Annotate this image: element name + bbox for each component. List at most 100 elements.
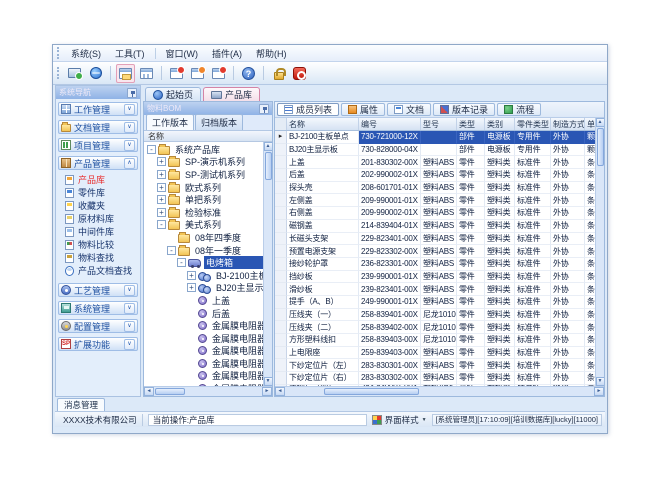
table-row[interactable]: 右侧盖209-990002-01X塑料ABS零件塑料类标准件外协条 xyxy=(275,207,595,220)
tree-column-header[interactable]: 名称 xyxy=(144,131,272,142)
chevron-down-icon[interactable]: ∨ xyxy=(124,104,135,115)
tab-working-version[interactable]: 工作版本 xyxy=(146,114,194,130)
collapse-minus-icon[interactable]: - xyxy=(157,220,166,229)
scroll-right-icon[interactable] xyxy=(594,387,604,396)
table-window-button[interactable] xyxy=(137,64,156,83)
tree-node[interactable]: 金属膜电阻器 xyxy=(144,332,263,345)
table-row[interactable]: 接纱轮护罩236-823301-00X塑料ABS零件塑料类标准件外协条 xyxy=(275,258,595,271)
tree-node[interactable]: 金属膜电阻器 xyxy=(144,370,263,383)
expand-plus-icon[interactable]: + xyxy=(157,170,166,179)
tree-node[interactable]: -08年一季度 xyxy=(144,244,263,257)
tab-product-library[interactable]: 产品库 xyxy=(203,87,260,101)
grid-horizontal-scrollbar[interactable] xyxy=(275,386,604,396)
sidebar-group-product-management[interactable]: 产品管理∧ xyxy=(58,156,138,170)
tree-node[interactable]: 金属膜电阻器 xyxy=(144,345,263,358)
tree-vertical-scrollbar[interactable] xyxy=(263,142,272,386)
chevron-up-icon[interactable]: ∧ xyxy=(124,158,135,169)
sidebar-item-part-library[interactable]: 零件库 xyxy=(65,186,138,199)
display-button[interactable] xyxy=(65,64,84,83)
tree-node[interactable]: 后盖 xyxy=(144,307,263,320)
column-header-2[interactable]: 编号 xyxy=(359,118,421,130)
tree-node[interactable]: 08年四季度 xyxy=(144,231,263,244)
tree-node[interactable]: +欧式系列 xyxy=(144,181,263,194)
product-window-button[interactable] xyxy=(116,64,135,83)
sidebar-group-system-management[interactable]: 系统管理∨ xyxy=(58,301,138,315)
table-row[interactable]: 上盖201-830302-00X塑料ABS零件塑料类标准件外协条 xyxy=(275,156,595,169)
help-button[interactable] xyxy=(239,64,258,83)
tab-documents[interactable]: 文档 xyxy=(387,103,431,116)
table-row[interactable]: 左侧盖209-990001-01X塑料ABS零件塑料类标准件外协条 xyxy=(275,194,595,207)
expand-plus-icon[interactable]: + xyxy=(157,157,166,166)
scroll-up-icon[interactable] xyxy=(596,118,605,127)
menu-grip-handle[interactable] xyxy=(57,47,60,59)
expand-plus-icon[interactable]: + xyxy=(187,283,196,292)
sidebar-item-product-library[interactable]: 产品库 xyxy=(65,173,138,186)
scrollbar-thumb[interactable] xyxy=(155,388,185,395)
sidebar-group-project-management[interactable]: 项目管理∨ xyxy=(58,138,138,152)
table-row[interactable]: 方形塑料线扣258-839403-00X尼龙1010零件塑料类标准件外协条 xyxy=(275,334,595,347)
tree-node[interactable]: +BJ20主显示板 xyxy=(144,282,263,295)
menu-item-tools[interactable]: 工具(T) xyxy=(108,46,152,61)
table-row[interactable]: 下纱定位片（右）283-830302-00X塑料ABS零件塑料类标准件外协条 xyxy=(275,372,595,385)
tree-node[interactable]: +SP-测试机系列 xyxy=(144,168,263,181)
table-row[interactable]: 后盖202-990002-01X塑料ABS零件塑料类标准件外协条 xyxy=(275,169,595,182)
expand-plus-icon[interactable]: + xyxy=(157,195,166,204)
logout-button[interactable] xyxy=(290,64,309,83)
table-row[interactable]: 预置电源支架229-823302-00X塑料ABS零件塑料类标准件外协条 xyxy=(275,245,595,258)
sidebar-group-document-management[interactable]: 文档管理∨ xyxy=(58,120,138,134)
expand-plus-icon[interactable]: + xyxy=(187,271,196,280)
tree-node[interactable]: -系统产品库 xyxy=(144,143,263,156)
menu-item-plugins[interactable]: 插件(A) xyxy=(205,46,249,61)
chevron-down-icon[interactable]: ∨ xyxy=(124,285,135,296)
window-close-badge-button[interactable] xyxy=(167,64,186,83)
sidebar-item-material-search[interactable]: 物料查找 xyxy=(65,251,138,264)
sidebar-group-work-management[interactable]: 工作管理∨ xyxy=(58,102,138,116)
table-row[interactable]: 挡纱板239-990001-01X塑料ABS零件塑料类标准件外协条 xyxy=(275,271,595,284)
tree-node[interactable]: -电烤箱 xyxy=(144,256,263,269)
menu-item-help[interactable]: 帮助(H) xyxy=(249,46,294,61)
scroll-right-icon[interactable] xyxy=(262,387,272,396)
chevron-down-icon[interactable]: ∨ xyxy=(124,140,135,151)
table-row[interactable]: 探头壳208-601701-01X塑料ABS零件塑料类标准件外协条 xyxy=(275,182,595,195)
expand-plus-icon[interactable]: + xyxy=(157,208,166,217)
sidebar-item-intermediate-library[interactable]: 中间件库 xyxy=(65,225,138,238)
sidebar-group-process-management[interactable]: 工艺管理∨ xyxy=(58,283,138,297)
lock-button[interactable] xyxy=(269,64,288,83)
menu-item-system[interactable]: 系统(S) xyxy=(64,46,108,61)
table-row[interactable]: 压线夹（二）258-839402-00X尼龙1010零件塑料类标准件外协条 xyxy=(275,321,595,334)
sidebar-group-extension[interactable]: 扩展功能∨ xyxy=(58,337,138,351)
message-management-tab[interactable]: 消息管理 xyxy=(57,398,105,411)
window-refresh-badge-button[interactable] xyxy=(209,64,228,83)
scroll-left-icon[interactable] xyxy=(144,387,154,396)
sidebar-item-material-compare[interactable]: 物料比较 xyxy=(65,238,138,251)
tree-node[interactable]: 金属膜电阻器 xyxy=(144,319,263,332)
table-row[interactable]: 长磁头支架229-823401-00X塑料ABS零件塑料类标准件外协条 xyxy=(275,233,595,246)
column-header-7[interactable]: 制造方式 xyxy=(551,118,585,130)
pin-icon[interactable] xyxy=(127,88,137,98)
tree-node[interactable]: -美式系列 xyxy=(144,219,263,232)
table-row[interactable]: ▸BJ-2100主板单点730-721000-12X部件电源板专用件外协颗 xyxy=(275,131,595,144)
scrollbar-thumb[interactable] xyxy=(597,128,604,166)
table-row[interactable]: 提手（A、B）249-990001-01X塑料ABS零件塑料类标准件外协条 xyxy=(275,296,595,309)
tree-node[interactable]: +SP-演示机系列 xyxy=(144,156,263,169)
chevron-down-icon[interactable]: ∨ xyxy=(124,321,135,332)
column-header-1[interactable]: 名称 xyxy=(287,118,359,130)
table-row[interactable]: 上电限座259-839403-00X塑料ABS零件塑料类标准件外协条 xyxy=(275,347,595,360)
grid-vertical-scrollbar[interactable] xyxy=(595,118,604,386)
tab-archived-version[interactable]: 归档版本 xyxy=(195,114,243,130)
column-header-8[interactable]: 单位 xyxy=(585,118,595,130)
ui-style-picker[interactable]: 界面样式 ▼ xyxy=(372,414,427,426)
sidebar-item-product-doc-search[interactable]: 产品文档查找 xyxy=(65,264,138,277)
scrollbar-thumb[interactable] xyxy=(324,388,419,395)
tab-start-page[interactable]: 起始页 xyxy=(145,87,201,101)
scroll-down-icon[interactable] xyxy=(264,377,273,386)
collapse-minus-icon[interactable]: - xyxy=(167,246,176,255)
table-row[interactable]: 滑纱板239-823401-00X塑料ABS零件塑料类标准件外协条 xyxy=(275,283,595,296)
menu-item-window[interactable]: 窗口(W) xyxy=(159,46,206,61)
globe-button[interactable] xyxy=(86,64,105,83)
column-header-6[interactable]: 零件类型 xyxy=(515,118,551,130)
collapse-minus-icon[interactable]: - xyxy=(177,258,186,267)
sidebar-group-config-management[interactable]: 配置管理∨ xyxy=(58,319,138,333)
tree-node[interactable]: +单把系列 xyxy=(144,193,263,206)
chevron-down-icon[interactable]: ∨ xyxy=(124,122,135,133)
